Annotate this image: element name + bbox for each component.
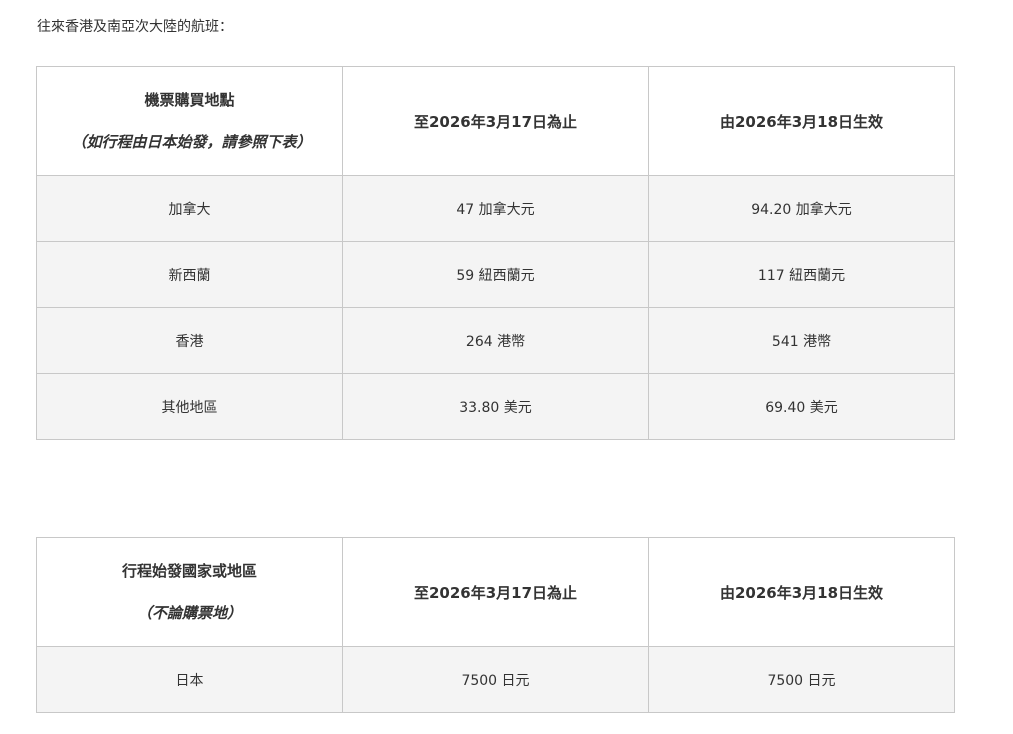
header-effective-date: 由2026年3月18日生效 <box>648 537 955 647</box>
cell-place: 香港 <box>36 307 343 374</box>
intro-text: 往來香港及南亞次大陸的航班： <box>37 19 233 35</box>
table-row: 日本 7500 日元 7500 日元 <box>36 646 955 713</box>
table-row: 新西蘭 59 紐西蘭元 117 紐西蘭元 <box>36 241 955 308</box>
table-row: 加拿大 47 加拿大元 94.20 加拿大元 <box>36 175 955 242</box>
header-until-date: 至2026年3月17日為止 <box>342 537 649 647</box>
header-until-date: 至2026年3月17日為止 <box>342 66 649 176</box>
header-title: 機票購買地點 <box>144 91 235 109</box>
cell-after: 541 港幣 <box>648 307 955 374</box>
header-subtitle: （如行程由日本始發，請參照下表） <box>71 133 312 151</box>
header-title: 行程始發國家或地區 <box>121 562 257 580</box>
table-row: 香港 264 港幣 541 港幣 <box>36 307 955 374</box>
table-row: 其他地區 33.80 美元 69.40 美元 <box>36 373 955 440</box>
header-purchase-location: 機票購買地點 （如行程由日本始發，請參照下表） <box>36 66 343 176</box>
cell-place: 新西蘭 <box>36 241 343 308</box>
cell-after: 117 紐西蘭元 <box>648 241 955 308</box>
header-effective-date: 由2026年3月18日生效 <box>648 66 955 176</box>
cell-place: 其他地區 <box>36 373 343 440</box>
cell-before: 33.80 美元 <box>342 373 649 440</box>
cell-before: 7500 日元 <box>342 646 649 713</box>
cell-after: 94.20 加拿大元 <box>648 175 955 242</box>
table-header-row: 機票購買地點 （如行程由日本始發，請參照下表） 至2026年3月17日為止 由2… <box>36 66 955 176</box>
cell-before: 264 港幣 <box>342 307 649 374</box>
fare-table-by-origin-country: 行程始發國家或地區 （不論購票地） 至2026年3月17日為止 由2026年3月… <box>36 537 955 713</box>
fare-table-by-purchase-location: 機票購買地點 （如行程由日本始發，請參照下表） 至2026年3月17日為止 由2… <box>36 66 955 440</box>
cell-after: 7500 日元 <box>648 646 955 713</box>
header-subtitle: （不論購票地） <box>136 604 242 622</box>
cell-place: 加拿大 <box>36 175 343 242</box>
cell-before: 59 紐西蘭元 <box>342 241 649 308</box>
cell-before: 47 加拿大元 <box>342 175 649 242</box>
cell-place: 日本 <box>36 646 343 713</box>
cell-after: 69.40 美元 <box>648 373 955 440</box>
table-header-row: 行程始發國家或地區 （不論購票地） 至2026年3月17日為止 由2026年3月… <box>36 537 955 647</box>
header-origin-country: 行程始發國家或地區 （不論購票地） <box>36 537 343 647</box>
